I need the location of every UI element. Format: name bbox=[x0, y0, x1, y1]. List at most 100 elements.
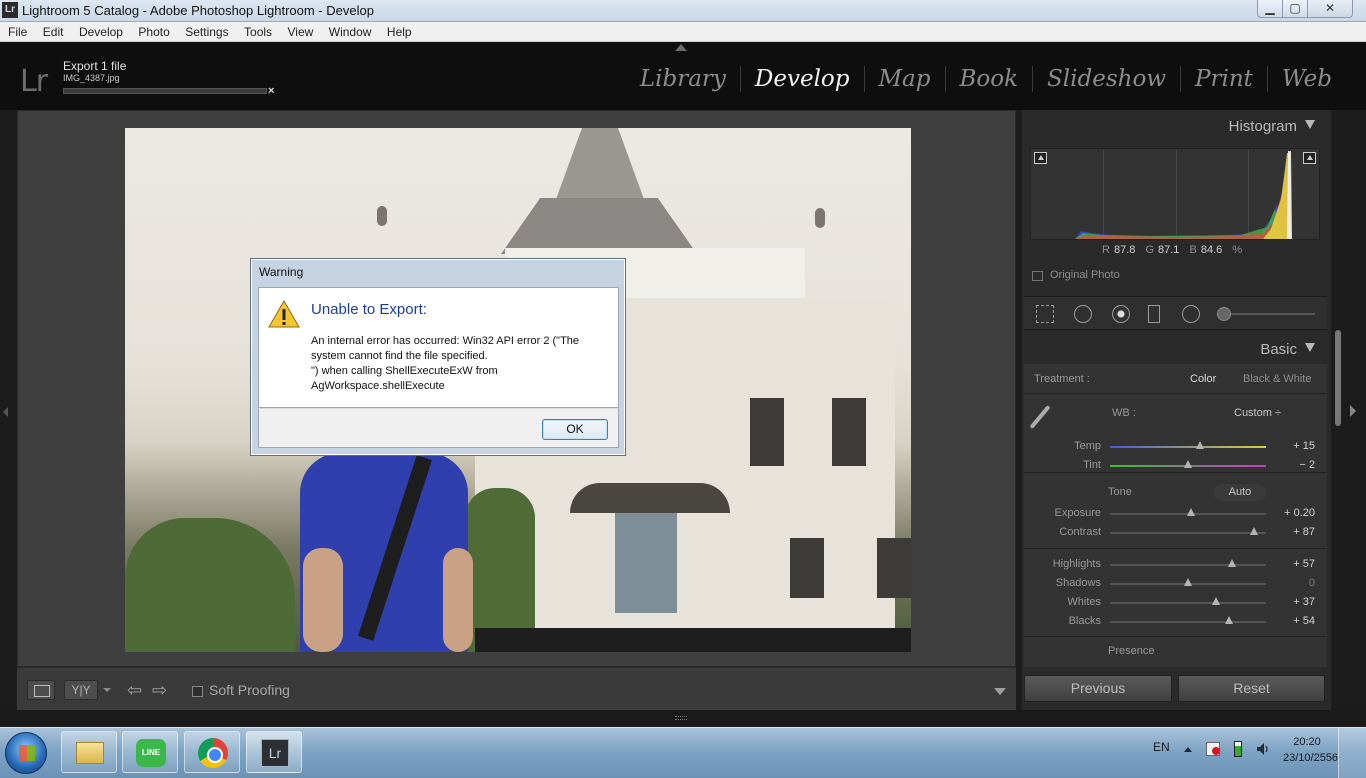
volume-icon[interactable] bbox=[1256, 742, 1270, 756]
right-panel-toggle-icon[interactable] bbox=[1350, 405, 1356, 417]
collapse-triangle-icon[interactable] bbox=[1305, 343, 1315, 352]
show-desktop-button[interactable] bbox=[1338, 728, 1366, 778]
adjustment-brush-slider[interactable] bbox=[1220, 313, 1315, 315]
slider-blacks[interactable]: Blacks + 54 bbox=[1024, 613, 1327, 632]
soft-proofing-checkbox[interactable] bbox=[192, 686, 203, 697]
start-button[interactable] bbox=[5, 732, 47, 774]
graduated-filter-icon[interactable] bbox=[1148, 305, 1160, 323]
action-center-flag-icon[interactable] bbox=[1206, 742, 1220, 756]
original-photo-checkbox[interactable] bbox=[1032, 271, 1043, 281]
collapse-triangle-icon[interactable] bbox=[1305, 120, 1315, 129]
slider-temp[interactable]: Temp + 15 bbox=[1024, 438, 1327, 457]
slider-tint[interactable]: Tint − 2 bbox=[1024, 457, 1327, 476]
before-after-button[interactable]: Y|Y bbox=[64, 680, 98, 700]
slider-track[interactable] bbox=[1110, 621, 1266, 623]
menu-settings[interactable]: Settings bbox=[185, 22, 228, 39]
slider-value[interactable]: − 2 bbox=[1299, 459, 1315, 471]
slider-track[interactable] bbox=[1110, 602, 1266, 604]
language-indicator[interactable]: EN bbox=[1153, 740, 1170, 754]
slider-thumb[interactable] bbox=[1212, 597, 1221, 605]
auto-tone-button[interactable]: Auto bbox=[1214, 484, 1266, 501]
taskbar-lightroom[interactable]: Lr bbox=[246, 731, 302, 773]
slider-shadows[interactable]: Shadows 0 bbox=[1024, 575, 1327, 594]
slider-whites[interactable]: Whites + 37 bbox=[1024, 594, 1327, 613]
module-develop[interactable]: Develop bbox=[739, 66, 864, 92]
scrollbar-thumb[interactable] bbox=[1335, 330, 1341, 426]
loupe-view-button[interactable] bbox=[27, 680, 55, 700]
slider-value[interactable]: + 0.20 bbox=[1284, 507, 1315, 519]
wb-preset-select[interactable]: Custom ÷ bbox=[1234, 407, 1281, 419]
photo-porch bbox=[570, 483, 730, 513]
white-balance-eyedropper-icon[interactable] bbox=[1029, 404, 1051, 430]
left-panel-toggle-icon[interactable] bbox=[3, 407, 8, 417]
slider-thumb[interactable] bbox=[1184, 460, 1192, 468]
spot-removal-icon[interactable] bbox=[1074, 305, 1092, 323]
histogram-red-channel bbox=[1075, 159, 1293, 239]
slider-thumb[interactable] bbox=[1227, 559, 1236, 567]
slider-track[interactable] bbox=[1110, 564, 1266, 566]
taskbar-line[interactable]: LINE bbox=[122, 731, 178, 773]
slider-exposure[interactable]: Exposure + 0.20 bbox=[1024, 505, 1327, 524]
crop-overlay-icon[interactable] bbox=[1036, 305, 1054, 323]
develop-tool-strip bbox=[1024, 296, 1327, 330]
slider-track[interactable] bbox=[1110, 532, 1266, 534]
previous-photo-arrow-icon[interactable]: ⇦ bbox=[127, 680, 142, 701]
battery-icon[interactable] bbox=[1234, 741, 1242, 757]
menu-view[interactable]: View bbox=[288, 22, 314, 39]
menu-file[interactable]: File bbox=[8, 22, 27, 39]
menu-help[interactable]: Help bbox=[387, 22, 412, 39]
next-photo-arrow-icon[interactable]: ⇨ bbox=[152, 680, 167, 701]
taskbar-explorer[interactable] bbox=[61, 731, 117, 773]
reset-button[interactable]: Reset bbox=[1178, 675, 1325, 702]
menu-photo[interactable]: Photo bbox=[138, 22, 169, 39]
maximize-button[interactable]: ▢ bbox=[1282, 0, 1308, 18]
module-slideshow[interactable]: Slideshow bbox=[1032, 66, 1180, 92]
module-book[interactable]: Book bbox=[944, 66, 1033, 92]
adjustment-brush-icon[interactable] bbox=[1217, 307, 1231, 321]
ok-button[interactable]: OK bbox=[542, 419, 608, 440]
slider-thumb[interactable] bbox=[1184, 578, 1192, 586]
close-window-button[interactable]: ✕ bbox=[1307, 0, 1353, 18]
module-print[interactable]: Print bbox=[1180, 66, 1267, 92]
treatment-bw-option[interactable]: Black & White bbox=[1243, 373, 1311, 385]
taskbar-chrome[interactable] bbox=[184, 731, 240, 773]
slider-value[interactable]: + 57 bbox=[1293, 558, 1315, 570]
menu-edit[interactable]: Edit bbox=[43, 22, 64, 39]
highlight-clipping-indicator-icon[interactable] bbox=[1303, 152, 1316, 164]
toolbar-content-menu-icon[interactable] bbox=[994, 688, 1006, 695]
module-library[interactable]: Library bbox=[626, 66, 740, 92]
show-hidden-icons-icon[interactable] bbox=[1184, 747, 1192, 752]
slider-value[interactable]: + 15 bbox=[1293, 440, 1315, 452]
slider-thumb[interactable] bbox=[1196, 441, 1205, 449]
slider-track[interactable] bbox=[1110, 446, 1266, 448]
shadow-clipping-indicator-icon[interactable] bbox=[1034, 152, 1047, 164]
previous-settings-button[interactable]: Previous bbox=[1024, 675, 1172, 702]
collapse-top-panel-icon[interactable] bbox=[675, 44, 687, 51]
module-map[interactable]: Map bbox=[863, 66, 945, 92]
filmstrip-grip-icon[interactable] bbox=[675, 716, 687, 720]
radial-filter-icon[interactable] bbox=[1182, 305, 1200, 323]
slider-thumb[interactable] bbox=[1187, 508, 1196, 516]
slider-contrast[interactable]: Contrast + 87 bbox=[1024, 524, 1327, 543]
slider-value[interactable]: + 87 bbox=[1293, 526, 1315, 538]
slider-value[interactable]: + 54 bbox=[1293, 615, 1315, 627]
histogram-chart[interactable] bbox=[1030, 148, 1320, 240]
module-web[interactable]: Web bbox=[1266, 66, 1346, 92]
slider-thumb[interactable] bbox=[1224, 616, 1233, 624]
slider-value[interactable]: 0 bbox=[1309, 577, 1315, 589]
minimize-button[interactable]: ▁ bbox=[1257, 0, 1283, 18]
menu-window[interactable]: Window bbox=[329, 22, 372, 39]
menu-develop[interactable]: Develop bbox=[79, 22, 123, 39]
basic-panel-header[interactable]: Basic bbox=[1260, 341, 1315, 358]
slider-value[interactable]: + 37 bbox=[1293, 596, 1315, 608]
menu-tools[interactable]: Tools bbox=[244, 22, 272, 39]
red-eye-correction-icon[interactable] bbox=[1112, 305, 1130, 323]
clock[interactable]: 20:20 23/10/2556 bbox=[1283, 734, 1338, 766]
slider-highlights[interactable]: Highlights + 57 bbox=[1024, 556, 1327, 575]
histogram-panel-header[interactable]: Histogram bbox=[1229, 118, 1315, 135]
before-after-dropdown-icon[interactable] bbox=[103, 688, 111, 692]
cancel-export-button[interactable]: × bbox=[268, 85, 274, 97]
slider-thumb[interactable] bbox=[1249, 527, 1258, 535]
treatment-color-option[interactable]: Color bbox=[1190, 373, 1216, 385]
photo-window bbox=[790, 538, 824, 598]
